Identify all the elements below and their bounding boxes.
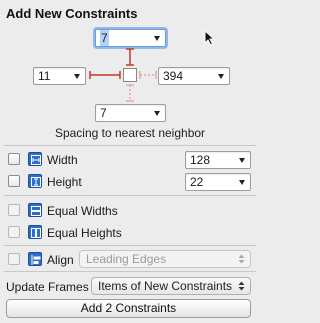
chevron-down-icon[interactable] — [154, 36, 160, 41]
height-checkbox[interactable] — [8, 175, 20, 187]
top-spacing-value: 7 — [100, 30, 109, 46]
width-label: Width — [47, 153, 78, 167]
divider — [4, 245, 256, 246]
bottom-constraint-toggle[interactable] — [124, 84, 136, 102]
align-icon — [28, 252, 42, 266]
height-value-field[interactable]: 22 — [185, 173, 251, 191]
update-frames-value: Items of New Constraints — [98, 279, 233, 293]
height-value: 22 — [190, 175, 204, 189]
equal-widths-label: Equal Widths — [47, 204, 118, 218]
left-spacing-value: 11 — [38, 69, 51, 83]
divider — [4, 195, 256, 196]
add-constraints-button[interactable]: Add 2 Constraints — [6, 299, 251, 318]
height-label: Height — [47, 175, 82, 189]
equal-widths-checkbox[interactable] — [8, 204, 20, 216]
left-spacing-field[interactable]: 11 — [33, 67, 86, 85]
up-down-arrows-icon — [238, 254, 245, 264]
right-constraint-toggle[interactable] — [139, 69, 157, 81]
divider — [4, 271, 256, 272]
width-value-field[interactable]: 128 — [185, 151, 251, 169]
mouse-cursor-icon — [204, 30, 216, 46]
right-spacing-value: 394 — [163, 69, 184, 83]
align-select[interactable]: Leading Edges — [79, 250, 251, 268]
equal-heights-label: Equal Heights — [47, 226, 122, 240]
equal-heights-icon — [28, 225, 42, 239]
left-constraint-toggle[interactable] — [89, 69, 121, 81]
top-spacing-field[interactable]: 7 — [95, 29, 166, 47]
align-select-value: Leading Edges — [86, 252, 167, 266]
top-constraint-toggle[interactable] — [124, 48, 136, 66]
align-label: Align — [47, 253, 74, 267]
bottom-spacing-value: 7 — [100, 106, 107, 120]
chevron-down-icon[interactable] — [74, 74, 80, 79]
divider — [4, 145, 256, 146]
width-value: 128 — [190, 153, 211, 167]
equal-widths-icon — [28, 203, 42, 217]
panel-title: Add New Constraints — [6, 6, 138, 21]
right-spacing-field[interactable]: 394 — [158, 67, 230, 85]
chevron-down-icon[interactable] — [239, 158, 245, 163]
chevron-down-icon[interactable] — [154, 111, 160, 116]
align-checkbox[interactable] — [8, 253, 20, 265]
bottom-spacing-field[interactable]: 7 — [95, 104, 166, 122]
selected-view-box — [123, 68, 137, 82]
up-down-arrows-icon — [238, 281, 245, 291]
chevron-down-icon[interactable] — [218, 74, 224, 79]
height-constraint-icon — [28, 174, 42, 188]
width-checkbox[interactable] — [8, 153, 20, 165]
spacing-caption: Spacing to nearest neighbor — [54, 126, 206, 140]
update-frames-select[interactable]: Items of New Constraints — [91, 277, 251, 295]
equal-heights-checkbox[interactable] — [8, 226, 20, 238]
width-constraint-icon — [28, 152, 42, 166]
update-frames-label: Update Frames — [6, 280, 89, 294]
chevron-down-icon[interactable] — [239, 180, 245, 185]
